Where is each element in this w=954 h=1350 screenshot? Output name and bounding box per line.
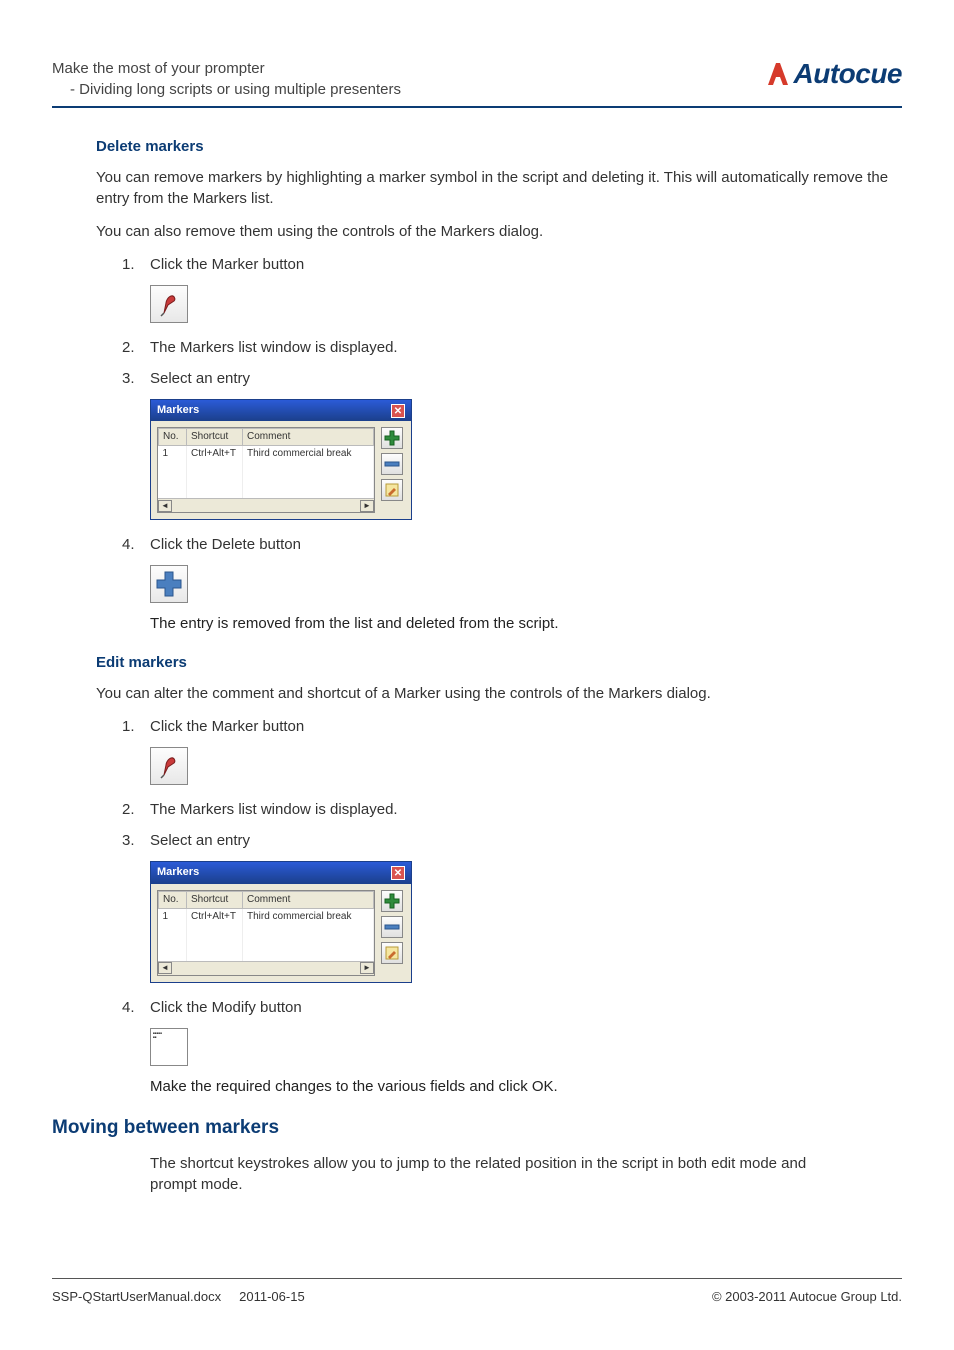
footer-left: SSP-QStartUserManual.docx 2011-06-15 xyxy=(52,1289,305,1304)
footer-copyright: © 2003-2011 Autocue Group Ltd. xyxy=(712,1289,902,1304)
delete-p2: You can also remove them using the contr… xyxy=(96,221,902,242)
step-text: Click the Modify button xyxy=(150,997,902,1018)
step-text: Click the Delete button xyxy=(150,534,902,555)
table-row[interactable]: 1 Ctrl+Alt+T Third commercial break xyxy=(159,908,374,925)
markers-table[interactable]: No. Shortcut Comment 1 Ctrl+Alt+T Third … xyxy=(158,428,374,498)
scroll-right-icon[interactable]: ► xyxy=(360,962,374,974)
header-line-2: - Dividing long scripts or using multipl… xyxy=(52,79,401,100)
page-header: Make the most of your prompter - Dividin… xyxy=(52,58,401,100)
edit-p1: You can alter the comment and shortcut o… xyxy=(96,683,902,704)
edit-markers-title: Edit markers xyxy=(96,652,902,673)
moving-p1: The shortcut keystrokes allow you to jum… xyxy=(96,1153,902,1195)
step-number: 1. xyxy=(122,254,150,275)
delete-markers-title: Delete markers xyxy=(96,136,902,157)
step-number: 1. xyxy=(122,716,150,737)
step-text: Select an entry xyxy=(150,368,902,389)
table-row[interactable]: 1 Ctrl+Alt+T Third commercial break xyxy=(159,446,374,463)
modify-marker-button[interactable] xyxy=(381,479,403,501)
footer-rule xyxy=(52,1278,902,1280)
step-number: 3. xyxy=(122,830,150,851)
col-comment: Comment xyxy=(243,891,374,908)
delete-button-icon xyxy=(150,565,188,603)
step-number: 3. xyxy=(122,368,150,389)
col-shortcut: Shortcut xyxy=(187,429,243,446)
dialog-close-icon[interactable]: ✕ xyxy=(391,866,405,880)
col-no: No. xyxy=(159,891,187,908)
scroll-left-icon[interactable]: ◄ xyxy=(158,962,172,974)
col-no: No. xyxy=(159,429,187,446)
col-shortcut: Shortcut xyxy=(187,891,243,908)
step-text: The Markers list window is displayed. xyxy=(150,799,902,820)
footer-date: 2011-06-15 xyxy=(239,1289,305,1304)
brand-logo: Autocue xyxy=(764,58,903,90)
modify-marker-button[interactable] xyxy=(381,942,403,964)
delete-p1: You can remove markers by highlighting a… xyxy=(96,167,902,209)
step-text: Click the Marker button xyxy=(150,716,902,737)
dialog-title: Markers xyxy=(157,403,199,418)
edit-post-text: Make the required changes to the various… xyxy=(150,1078,558,1095)
step-text: Click the Marker button xyxy=(150,254,902,275)
add-marker-button[interactable] xyxy=(381,890,403,912)
dialog-close-icon[interactable]: ✕ xyxy=(391,404,405,418)
markers-dialog: Markers ✕ No. Shortcut Comment 1 xyxy=(150,861,412,982)
logo-text: Autocue xyxy=(794,58,903,90)
markers-table[interactable]: No. Shortcut Comment 1 Ctrl+Alt+T Third … xyxy=(158,891,374,961)
header-line-1: Make the most of your prompter xyxy=(52,58,401,79)
dialog-title: Markers xyxy=(157,865,199,880)
add-marker-button[interactable] xyxy=(381,427,403,449)
col-comment: Comment xyxy=(243,429,374,446)
step-text: Select an entry xyxy=(150,830,902,851)
scroll-right-icon[interactable]: ► xyxy=(360,500,374,512)
scroll-left-icon[interactable]: ◄ xyxy=(158,500,172,512)
step-number: 4. xyxy=(122,534,150,555)
marker-button-icon xyxy=(150,747,188,785)
step-text: The Markers list window is displayed. xyxy=(150,337,902,358)
step-number: 2. xyxy=(122,799,150,820)
markers-dialog: Markers ✕ No. Shortcut Comment 1 xyxy=(150,399,412,520)
modify-button-icon: ■■■■■■■ xyxy=(150,1028,188,1066)
marker-button-icon xyxy=(150,285,188,323)
logo-mark-icon xyxy=(764,59,792,89)
delete-marker-button[interactable] xyxy=(381,916,403,938)
delete-marker-button[interactable] xyxy=(381,453,403,475)
moving-section-title: Moving between markers xyxy=(52,1115,902,1142)
footer-filename: SSP-QStartUserManual.docx xyxy=(52,1289,221,1304)
step-number: 2. xyxy=(122,337,150,358)
step-number: 4. xyxy=(122,997,150,1018)
delete-post-text: The entry is removed from the list and d… xyxy=(150,615,559,632)
